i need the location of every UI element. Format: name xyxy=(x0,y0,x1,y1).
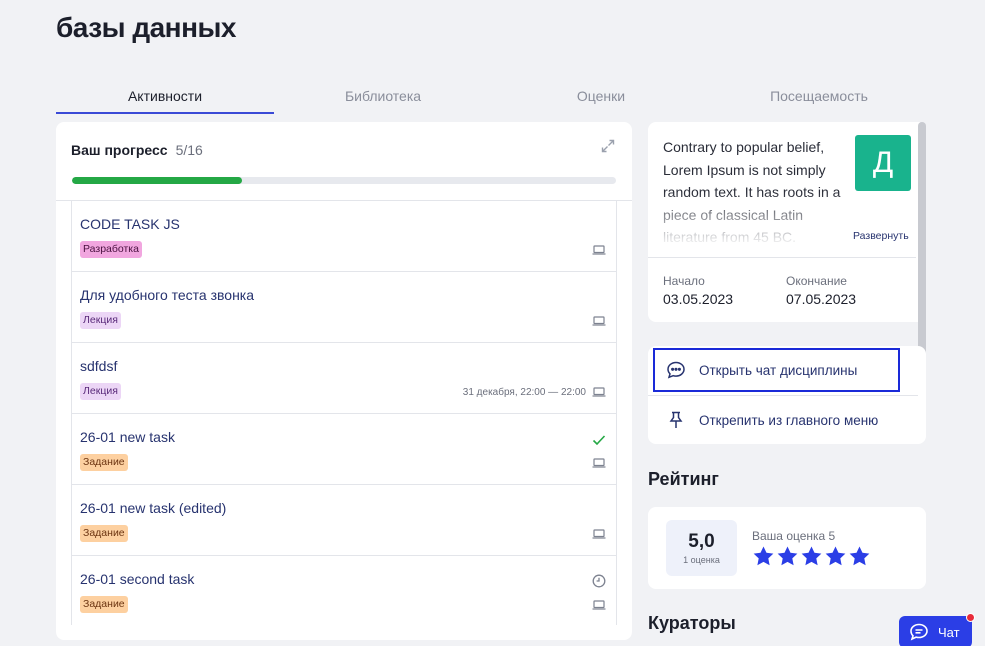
activity-badge: Лекция xyxy=(80,383,121,400)
activity-badge: Лекция xyxy=(80,312,121,329)
expand-description-link[interactable]: Развернуть xyxy=(853,230,909,242)
tabs: Активности Библиотека Оценки Посещаемост… xyxy=(56,82,928,114)
laptop-icon xyxy=(592,316,606,326)
rating-title: Рейтинг xyxy=(648,469,719,489)
activity-badge: Задание xyxy=(80,454,128,471)
notification-dot xyxy=(966,613,975,622)
course-info-card: Contrary to popular belief, Lorem Ipsum … xyxy=(648,122,926,322)
start-date: 03.05.2023 xyxy=(663,291,734,307)
activity-schedule: 31 декабря, 22:00 — 22:00 xyxy=(462,387,586,398)
list-item[interactable]: Для удобного теста звонка Лекция xyxy=(72,272,616,343)
tab-library[interactable]: Библиотека xyxy=(274,82,492,114)
rating-count: 1 оценка xyxy=(683,555,720,565)
laptop-icon xyxy=(592,458,606,468)
course-avatar: Д xyxy=(855,135,911,191)
unpin-label: Открепить из главного меню xyxy=(699,413,879,428)
progress-count: 5/16 xyxy=(175,142,203,158)
star-rating[interactable] xyxy=(752,545,871,568)
score-box: 5,0 1 оценка xyxy=(666,520,737,576)
curators-title: Кураторы xyxy=(648,613,736,633)
list-item[interactable]: sdfdsf Лекция 31 декабря, 22:00 — 22:00 xyxy=(72,343,616,414)
activity-list: CODE TASK JS Разработка Для удобного тес… xyxy=(71,201,617,625)
unpin-button[interactable]: Открепить из главного меню xyxy=(648,396,926,444)
activity-badge: Задание xyxy=(80,596,128,613)
actions-card: Открыть чат дисциплины Открепить из глав… xyxy=(648,346,926,444)
laptop-icon xyxy=(592,529,606,539)
progress-bar-fill xyxy=(72,177,242,184)
activity-badge: Разработка xyxy=(80,241,142,258)
your-rating: Ваша оценка 5 xyxy=(752,529,836,543)
open-chat-label: Открыть чат дисциплины xyxy=(699,363,858,378)
clock-icon xyxy=(592,574,606,588)
rating-card: 5,0 1 оценка Ваша оценка 5 xyxy=(648,507,926,589)
star-icon[interactable] xyxy=(824,545,847,568)
check-icon xyxy=(592,435,606,446)
activity-badge: Задание xyxy=(80,525,128,542)
rating-score: 5,0 xyxy=(688,531,715,552)
laptop-icon xyxy=(592,387,606,397)
activities-card: Ваш прогресс 5/16 CODE TASK JS Разработка… xyxy=(56,122,632,640)
list-item[interactable]: 26-01 second task Задание xyxy=(72,556,616,625)
laptop-icon xyxy=(592,600,606,610)
progress-label: Ваш прогресс xyxy=(71,142,168,158)
activity-title[interactable]: CODE TASK JS xyxy=(80,216,180,232)
activity-title[interactable]: 26-01 new task (edited) xyxy=(80,500,226,516)
activity-title[interactable]: 26-01 second task xyxy=(80,571,194,587)
list-item[interactable]: 26-01 new task (edited) Задание xyxy=(72,485,616,556)
divider xyxy=(648,257,916,258)
open-chat-button[interactable]: Открыть чат дисциплины xyxy=(648,346,926,394)
list-item[interactable]: 26-01 new task Задание xyxy=(72,414,616,485)
star-icon[interactable] xyxy=(800,545,823,568)
end-label: Окончание xyxy=(786,274,847,288)
description-fade xyxy=(648,192,848,247)
chat-label: Чат xyxy=(938,625,960,640)
star-icon[interactable] xyxy=(752,545,775,568)
activity-title[interactable]: Для удобного теста звонка xyxy=(80,287,254,303)
progress-bar xyxy=(72,177,616,184)
start-label: Начало xyxy=(663,274,705,288)
list-item[interactable]: CODE TASK JS Разработка xyxy=(72,201,616,272)
star-icon[interactable] xyxy=(848,545,871,568)
expand-icon[interactable] xyxy=(600,138,616,154)
activity-title[interactable]: 26-01 new task xyxy=(80,429,175,445)
tab-attendance[interactable]: Посещаемость xyxy=(710,82,928,114)
activity-title[interactable]: sdfdsf xyxy=(80,358,117,374)
pin-icon xyxy=(669,411,683,428)
page-title: базы данных xyxy=(56,12,236,43)
chat-icon xyxy=(910,623,928,641)
laptop-icon xyxy=(592,245,606,255)
progress-header: Ваш прогресс 5/16 xyxy=(71,142,203,158)
end-date: 07.05.2023 xyxy=(786,291,857,307)
tab-activities[interactable]: Активности xyxy=(56,82,274,114)
star-icon[interactable] xyxy=(776,545,799,568)
tab-grades[interactable]: Оценки xyxy=(492,82,710,114)
chat-button[interactable]: Чат xyxy=(899,613,975,646)
chat-bubble-icon xyxy=(667,361,685,379)
